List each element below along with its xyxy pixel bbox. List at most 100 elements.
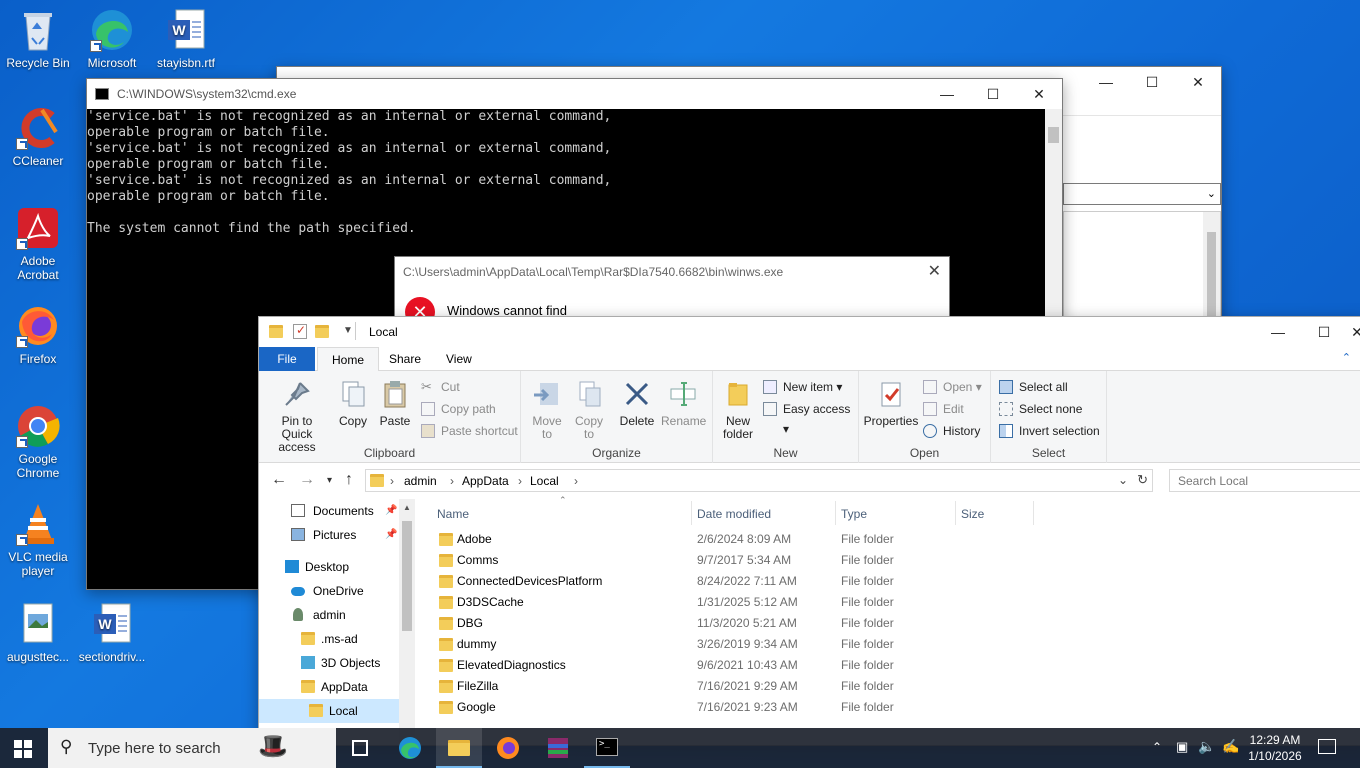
history-button[interactable]: History [923, 421, 980, 441]
scrollbar-thumb[interactable] [402, 521, 412, 631]
edge-taskbar-icon[interactable] [398, 736, 422, 760]
maximize-button[interactable]: ☐ [1129, 67, 1175, 97]
scroll-up-icon[interactable]: ▲ [403, 503, 411, 512]
file-row[interactable]: dummy 3/26/2019 9:34 AM File folder [431, 634, 1031, 655]
windows-start-icon[interactable] [14, 740, 32, 758]
file-row[interactable]: ConnectedDevicesPlatform 8/24/2022 7:11 A… [431, 571, 1031, 592]
nav-item-desktop[interactable]: Desktop [259, 555, 399, 579]
file-explorer-taskbar-icon[interactable] [436, 728, 482, 768]
file-row[interactable]: D3DSCache 1/31/2025 5:12 AM File folder [431, 592, 1031, 613]
ribbon-expand-icon[interactable]: ⌃ [1342, 351, 1351, 364]
desktop-icon-chrome[interactable]: Google Chrome [0, 404, 76, 480]
notifications-icon[interactable] [1318, 739, 1336, 754]
file-row[interactable]: Adobe 2/6/2024 8:09 AM File folder [431, 529, 1031, 550]
language-icon[interactable]: ✍ [1222, 738, 1239, 755]
column-header-type[interactable]: Type [841, 499, 953, 529]
close-button[interactable]: ✕ [1016, 79, 1062, 109]
refresh-icon[interactable]: ↻ [1137, 472, 1148, 488]
invert-selection-button[interactable]: Invert selection [999, 421, 1100, 441]
desktop-icon-augusttec[interactable]: augusttec... [0, 602, 76, 664]
close-button[interactable]: ✕ [928, 261, 941, 281]
paste-button[interactable]: Paste [375, 379, 415, 428]
select-none-button[interactable]: Select none [999, 399, 1082, 419]
copy-button[interactable]: Copy [333, 379, 373, 428]
close-button[interactable]: ✕ [1347, 317, 1360, 347]
properties-button[interactable]: Properties [863, 379, 919, 428]
forward-button[interactable]: → [299, 471, 315, 489]
task-view-icon[interactable] [352, 740, 368, 756]
pin-quick-access-button[interactable]: Pin to Quick access [265, 379, 329, 454]
select-all-button[interactable]: Select all [999, 377, 1068, 397]
new-item-button[interactable]: New item ▾ [763, 377, 842, 397]
column-header-name[interactable]: Name [431, 499, 691, 529]
nav-scrollbar[interactable]: ▲ [399, 499, 415, 745]
easy-access-button[interactable]: Easy access ▾ [763, 399, 858, 436]
address-bar[interactable]: › admin › AppData › Local › ⌄ ↻ [365, 469, 1153, 492]
new-folder-button[interactable]: New folder [717, 379, 759, 441]
desktop-icon-edge[interactable]: Microsoft Edge [74, 8, 150, 70]
minimize-button[interactable]: — [1255, 317, 1301, 347]
desktop-icon-sectiondriv[interactable]: W sectiondriv... [74, 602, 150, 664]
minimize-button[interactable]: — [1083, 67, 1129, 97]
close-button[interactable]: ✕ [1175, 67, 1221, 97]
column-header-size[interactable]: Size [961, 499, 1031, 529]
search-input[interactable]: Search Local ⚲ [1169, 469, 1360, 492]
quick-access-dropdown-icon[interactable]: ▼ [343, 325, 353, 336]
nav-item-admin[interactable]: admin [259, 603, 399, 627]
move-to-button[interactable]: Move to [527, 379, 567, 441]
tab-home[interactable]: Home [317, 347, 380, 372]
tab-share[interactable]: Share [375, 347, 435, 371]
maximize-button[interactable]: ☐ [970, 79, 1016, 109]
desktop-icon-acrobat[interactable]: Adobe Acrobat [0, 206, 76, 282]
new-folder-quick-icon[interactable] [315, 325, 329, 338]
nav-item-local[interactable]: Local [259, 699, 399, 723]
copy-to-button[interactable]: Copy to [569, 379, 609, 441]
firefox-taskbar-icon[interactable] [496, 736, 520, 760]
nav-item-onedrive[interactable]: OneDrive [259, 579, 399, 603]
nav-item-ms-ad[interactable]: .ms-ad [259, 627, 399, 651]
edit-button[interactable]: Edit [923, 399, 964, 419]
open-button[interactable]: Open ▾ [923, 377, 982, 397]
desktop-icon-firefox[interactable]: Firefox [0, 304, 76, 366]
cut-button[interactable]: ✂ Cut [421, 377, 460, 397]
tab-file[interactable]: File [259, 347, 315, 371]
file-row[interactable]: FileZilla 7/16/2021 9:29 AM File folder [431, 676, 1031, 697]
desktop-icon-ccleaner[interactable]: CCleaner [0, 106, 76, 168]
up-button[interactable]: ↑ [345, 471, 353, 489]
rename-button[interactable]: Rename [661, 379, 706, 428]
minimize-button[interactable]: — [924, 79, 970, 109]
clock[interactable]: 12:29 AM 1/10/2026 [1244, 732, 1306, 764]
desktop-icon-vlc[interactable]: VLC media player [0, 502, 76, 578]
scrollbar-thumb[interactable] [1048, 127, 1059, 143]
dropdown[interactable]: ⌄ [1063, 183, 1221, 205]
show-hidden-icons-icon[interactable]: ⌃ [1152, 740, 1162, 754]
nav-item-appdata[interactable]: AppData [259, 675, 399, 699]
file-row[interactable]: Comms 9/7/2017 5:34 AM File folder [431, 550, 1031, 571]
copy-path-button[interactable]: Copy path [421, 399, 496, 419]
breadcrumb-admin[interactable]: admin [404, 474, 437, 488]
maximize-button[interactable]: ☐ [1301, 317, 1347, 347]
back-button[interactable]: ← [271, 471, 287, 489]
nav-item-3d-objects[interactable]: 3D Objects [259, 651, 399, 675]
chevron-down-icon[interactable]: ⌄ [1118, 473, 1128, 487]
breadcrumb-appdata[interactable]: AppData [462, 474, 509, 488]
delete-button[interactable]: Delete [617, 379, 657, 428]
properties-quick-icon[interactable]: ✓ [293, 323, 307, 339]
cmd-taskbar-icon[interactable]: >_ [584, 728, 630, 768]
file-row[interactable]: Google 7/16/2021 9:23 AM File folder [431, 697, 1031, 718]
desktop-icon-stayisbn[interactable]: W stayisbn.rtf [148, 8, 224, 70]
network-icon[interactable]: ▣ [1176, 739, 1188, 755]
desktop-icon-recycle-bin[interactable]: Recycle Bin [0, 8, 76, 70]
recent-locations-icon[interactable]: ▾ [327, 475, 332, 486]
nav-item-documents[interactable]: Documents 📌 [259, 499, 399, 523]
column-header-date[interactable]: Date modified [697, 499, 835, 529]
volume-icon[interactable]: 🔈 [1198, 738, 1215, 755]
file-row[interactable]: ElevatedDiagnostics 9/6/2021 10:43 AM File… [431, 655, 1031, 676]
paste-shortcut-button[interactable]: Paste shortcut [421, 421, 518, 441]
nav-item-pictures[interactable]: Pictures 📌 [259, 523, 399, 547]
breadcrumb-local[interactable]: Local [530, 474, 559, 488]
winrar-taskbar-icon[interactable] [546, 736, 570, 760]
taskbar-search-box[interactable]: ⚲ Type here to search 🎩 [48, 728, 336, 768]
file-row[interactable]: DBG 11/3/2020 5:21 AM File folder [431, 613, 1031, 634]
tab-view[interactable]: View [432, 347, 486, 371]
